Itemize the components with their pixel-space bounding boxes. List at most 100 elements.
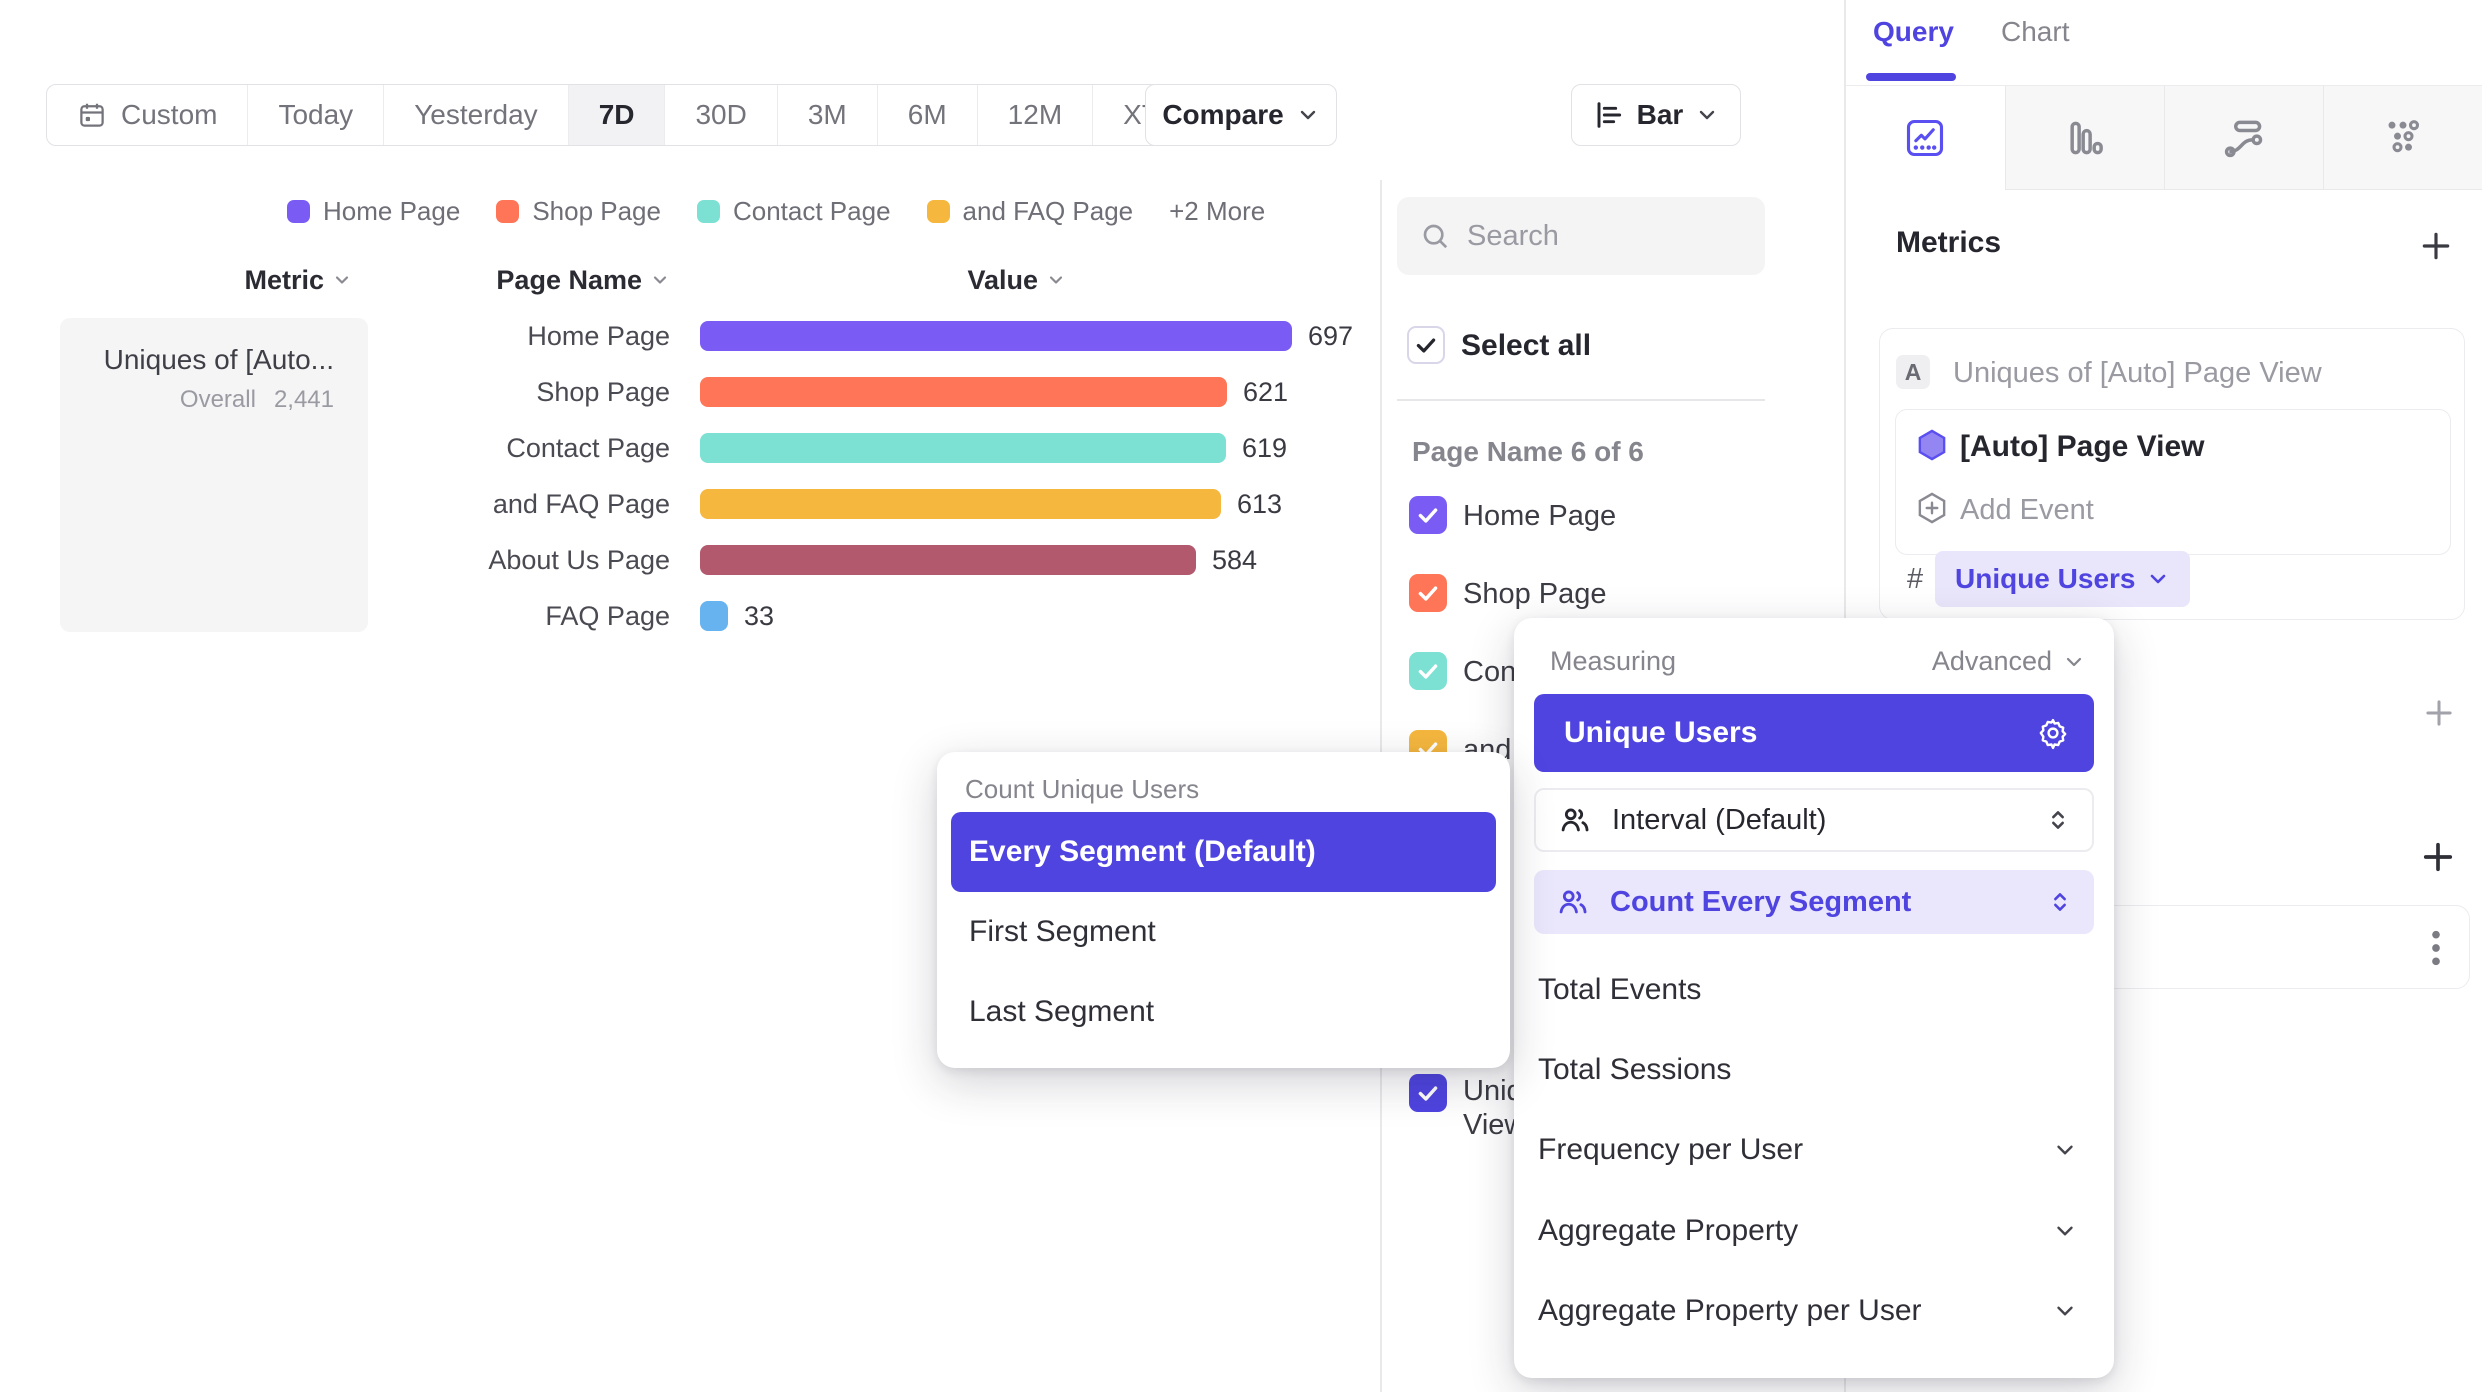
hash-symbol: # bbox=[1907, 563, 1923, 596]
option-total-events[interactable]: Total Events bbox=[1538, 962, 1701, 1018]
stepper-icon[interactable] bbox=[2044, 806, 2072, 834]
column-header-value[interactable]: Value bbox=[928, 262, 1066, 298]
bar-value: 621 bbox=[1243, 374, 1288, 410]
bar-value: 697 bbox=[1308, 318, 1353, 354]
chart-type-button[interactable]: Bar bbox=[1571, 84, 1741, 146]
legend-label: and FAQ Page bbox=[963, 196, 1134, 227]
legend-item[interactable]: Contact Page bbox=[697, 196, 891, 227]
legend-more[interactable]: +2 More bbox=[1169, 196, 1265, 227]
sort-chevron-icon bbox=[650, 270, 670, 290]
tab-chart[interactable]: Chart bbox=[2001, 16, 2069, 48]
active-tab-underline bbox=[1866, 73, 1956, 81]
compare-button[interactable]: Compare bbox=[1145, 84, 1337, 146]
search-input[interactable] bbox=[1467, 220, 1717, 253]
chart-row: Contact Page 619 bbox=[0, 430, 1370, 466]
option-first-segment[interactable]: First Segment bbox=[969, 904, 1156, 960]
more-options-icon[interactable] bbox=[2429, 928, 2443, 968]
measure-dropdown[interactable]: Unique Users bbox=[1935, 551, 2190, 607]
viz-tab-insights-active[interactable] bbox=[1846, 86, 2005, 190]
header-label: Value bbox=[967, 265, 1038, 296]
add-breakdown-button[interactable] bbox=[2417, 836, 2459, 878]
event-box: [Auto] Page View Add Event bbox=[1895, 409, 2451, 555]
range-today[interactable]: Today bbox=[247, 85, 383, 145]
count-every-segment-row[interactable]: Count Every Segment bbox=[1534, 870, 2094, 934]
range-label: Today bbox=[278, 99, 353, 131]
option-total-sessions[interactable]: Total Sessions bbox=[1538, 1042, 1731, 1098]
stepper-icon[interactable] bbox=[2046, 888, 2074, 916]
option-aggregate-property-per-user[interactable]: Aggregate Property per User bbox=[1538, 1283, 2078, 1339]
viz-tab-dots[interactable] bbox=[2323, 86, 2482, 190]
option-last-segment[interactable]: Last Segment bbox=[969, 984, 1154, 1040]
legend-swatch bbox=[927, 200, 950, 223]
interval-stepper-row[interactable]: Interval (Default) bbox=[1534, 788, 2094, 852]
horizontal-bar-chart-icon bbox=[1593, 99, 1625, 131]
option-label: Frequency per User bbox=[1538, 1122, 1803, 1178]
interval-label: Interval (Default) bbox=[1612, 804, 2024, 837]
add-event-button[interactable]: Add Event bbox=[1960, 494, 2094, 527]
gear-icon[interactable] bbox=[2036, 716, 2070, 750]
metric-card: A Uniques of [Auto] Page View [Auto] Pag… bbox=[1879, 328, 2465, 620]
bar-about-us-page[interactable] bbox=[700, 545, 1196, 575]
range-yesterday[interactable]: Yesterday bbox=[383, 85, 568, 145]
metric-segment-checkbox[interactable] bbox=[1409, 1074, 1447, 1112]
legend-swatch bbox=[496, 200, 519, 223]
select-all-checkbox[interactable] bbox=[1407, 326, 1445, 364]
add-metric-button[interactable] bbox=[2416, 226, 2456, 266]
range-label: 30D bbox=[695, 99, 746, 131]
range-custom[interactable]: Custom bbox=[47, 85, 247, 145]
option-label: Unique Users bbox=[1564, 716, 1757, 750]
metric-title[interactable]: Uniques of [Auto] Page View bbox=[1953, 357, 2322, 390]
flow-icon bbox=[2222, 116, 2266, 160]
segment-checkbox-contact-page[interactable] bbox=[1409, 652, 1447, 690]
measuring-popup: Measuring Advanced Unique Users Interval… bbox=[1514, 618, 2114, 1378]
option-label: Every Segment (Default) bbox=[969, 835, 1316, 869]
legend-item[interactable]: Shop Page bbox=[496, 196, 661, 227]
bar-home-page[interactable] bbox=[700, 321, 1292, 351]
option-every-segment[interactable]: Every Segment (Default) bbox=[951, 812, 1496, 892]
dots-grid-icon bbox=[2381, 116, 2425, 160]
range-6m[interactable]: 6M bbox=[877, 85, 977, 145]
header-label: Page Name bbox=[496, 265, 642, 296]
viz-tab-flow[interactable] bbox=[2164, 86, 2323, 190]
hexagon-event-icon bbox=[1914, 427, 1950, 463]
option-aggregate-property[interactable]: Aggregate Property bbox=[1538, 1203, 2078, 1259]
segment-label: Home Page bbox=[1463, 496, 1616, 536]
sort-chevron-icon bbox=[332, 270, 352, 290]
viz-tab-bar[interactable] bbox=[2005, 86, 2164, 190]
add-filter-button[interactable] bbox=[2420, 694, 2458, 732]
divider bbox=[1397, 399, 1765, 401]
segment-checkbox-shop-page[interactable] bbox=[1409, 574, 1447, 612]
bar-value: 613 bbox=[1237, 486, 1282, 522]
segment-checkbox-home-page[interactable] bbox=[1409, 496, 1447, 534]
query-chart-tabbar: Query Chart bbox=[1845, 0, 2482, 86]
segment-group-label: Page Name 6 of 6 bbox=[1412, 436, 1644, 468]
option-unique-users-selected[interactable]: Unique Users bbox=[1534, 694, 2094, 772]
column-header-page-name[interactable]: Page Name bbox=[472, 262, 670, 298]
range-label: Custom bbox=[121, 99, 217, 131]
segment-search bbox=[1397, 197, 1765, 275]
legend-label: Contact Page bbox=[733, 196, 891, 227]
range-3m[interactable]: 3M bbox=[777, 85, 877, 145]
search-icon bbox=[1419, 220, 1451, 252]
legend-item[interactable]: Home Page bbox=[287, 196, 460, 227]
advanced-dropdown[interactable]: Advanced bbox=[1932, 646, 2086, 677]
range-12m[interactable]: 12M bbox=[977, 85, 1092, 145]
option-frequency-per-user[interactable]: Frequency per User bbox=[1538, 1122, 2078, 1178]
visualization-tabbar bbox=[1846, 86, 2482, 190]
range-30d[interactable]: 30D bbox=[664, 85, 776, 145]
bar-shop-page[interactable] bbox=[700, 377, 1227, 407]
row-label: Home Page bbox=[380, 318, 670, 354]
column-header-metric[interactable]: Metric bbox=[140, 262, 352, 298]
range-7d[interactable]: 7D bbox=[568, 85, 665, 145]
chart-type-label: Bar bbox=[1637, 99, 1684, 131]
sort-chevron-icon bbox=[1046, 270, 1066, 290]
bar-value: 619 bbox=[1242, 430, 1287, 466]
bar-and-faq-page[interactable] bbox=[700, 489, 1221, 519]
bar-faq-page[interactable] bbox=[700, 601, 728, 631]
date-range-selector: Custom Today Yesterday 7D 30D 3M 6M 12M … bbox=[46, 84, 1246, 146]
tab-query[interactable]: Query bbox=[1873, 16, 1954, 48]
bar-contact-page[interactable] bbox=[700, 433, 1226, 463]
legend-item[interactable]: and FAQ Page bbox=[927, 196, 1134, 227]
event-name[interactable]: [Auto] Page View bbox=[1960, 430, 2204, 464]
chevron-down-icon bbox=[2052, 1298, 2078, 1324]
